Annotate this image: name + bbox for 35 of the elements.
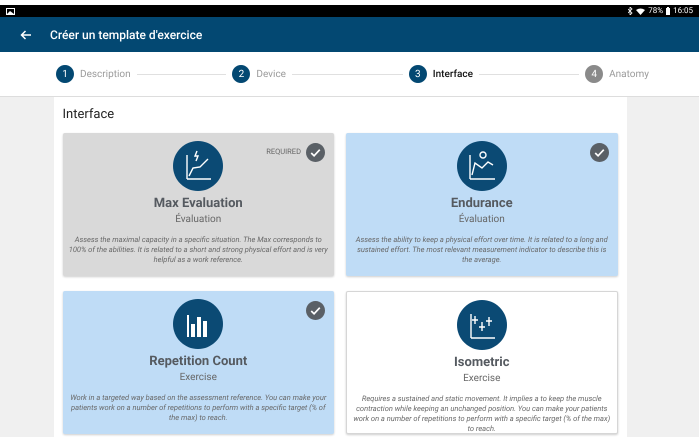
page-title: Créer un template d'exercice — [50, 26, 202, 44]
chart-icon — [456, 300, 507, 350]
card-subtitle: Évaluation — [175, 214, 222, 226]
step-tab[interactable]: 2 Device — [232, 65, 286, 83]
step-label: Interface — [432, 68, 473, 82]
step-number: 3 — [408, 65, 427, 83]
step-number: 1 — [56, 65, 74, 83]
step-label: Description — [80, 68, 131, 82]
card-title: Endurance — [450, 196, 513, 212]
image-icon — [6, 8, 15, 14]
chart-icon — [173, 298, 224, 348]
step-tab[interactable]: 3 Interface — [408, 65, 473, 83]
chart-icon — [456, 140, 507, 190]
card-subtitle: Évaluation — [458, 214, 505, 226]
card-title: Repetition Count — [149, 354, 248, 370]
clock-time: 16:05 — [673, 7, 693, 15]
section-title: Interface — [62, 106, 116, 124]
chart-icon — [173, 140, 224, 190]
card-subtitle: Exercise — [180, 372, 217, 384]
card-subtitle: Exercise — [463, 372, 500, 386]
card-title: Max Evaluation — [154, 196, 243, 212]
interface-card[interactable] — [62, 290, 334, 434]
battery-icon — [666, 7, 670, 15]
interface-card[interactable] — [346, 290, 618, 434]
interface-card[interactable] — [62, 132, 334, 276]
step-number: 2 — [232, 65, 250, 83]
step-label: Anatomy — [609, 68, 649, 82]
back-arrow-icon — [20, 30, 32, 40]
card-title: Isometric — [454, 354, 510, 371]
bluetooth-icon — [628, 7, 634, 15]
step-tab[interactable]: 1 Description — [56, 65, 131, 83]
battery-level: 78% — [648, 7, 664, 15]
step-number: 4 — [585, 65, 604, 83]
wifi-icon — [636, 8, 646, 14]
step-label: Device — [256, 68, 286, 82]
